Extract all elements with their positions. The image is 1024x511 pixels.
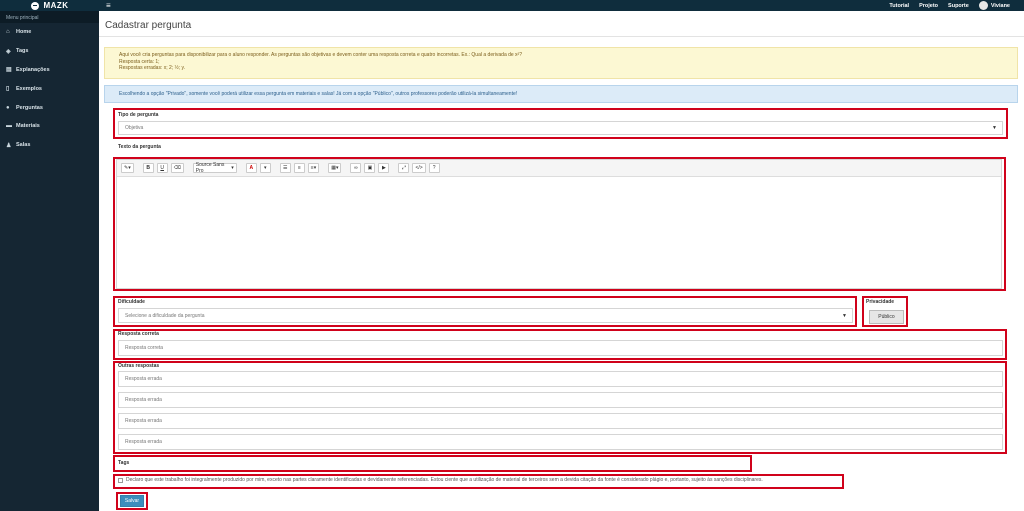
declaration-row: Declaro que este trabalho foi integralme…: [118, 477, 763, 483]
top-nav-links: Tutorial Projeto Suporte Viviane: [889, 1, 1024, 10]
sidebar-item-exemplos[interactable]: ▯ Exemplos: [0, 79, 99, 98]
sidebar-item-label: Home: [16, 29, 32, 36]
sidebar-item-salas[interactable]: ♟ Salas: [0, 136, 99, 155]
alert-line: Respostas erradas: x; 2; ½; y.: [119, 65, 186, 71]
privacy-info-alert: Escolhendo a opção "Privado", somente vo…: [104, 85, 1018, 103]
tags-input[interactable]: [132, 457, 748, 470]
app-name: MAZK: [43, 1, 69, 10]
menu-toggle-icon[interactable]: ≡: [106, 0, 111, 11]
book-icon: ▤: [6, 67, 12, 74]
file-icon: ▯: [6, 86, 10, 93]
save-button[interactable]: Salvar: [120, 495, 144, 507]
tag-icon: ◈: [6, 48, 11, 55]
tipo-label: Tipo de pergunta: [118, 112, 159, 118]
sidebar-item-label: Materiais: [16, 123, 40, 130]
nav-suporte[interactable]: Suporte: [948, 3, 969, 9]
declaration-text: Declaro que este trabalho foi integralme…: [126, 477, 763, 483]
wrong-answer-input-4[interactable]: Resposta errada: [118, 434, 1003, 450]
outras-respostas-label: Outras respostas: [118, 363, 160, 369]
wrong-answer-input-1[interactable]: Resposta errada: [118, 371, 1003, 387]
avatar: [978, 1, 988, 10]
sidebar-item-label: Salas: [16, 142, 31, 149]
user-name: Viviane: [990, 2, 1010, 9]
sidebar-item-label: Perguntas: [16, 104, 43, 111]
home-icon: ⌂: [6, 29, 10, 36]
sidebar-item-perguntas[interactable]: ● Perguntas: [0, 98, 99, 117]
app-logo[interactable]: MAZK: [0, 0, 100, 11]
users-icon: ♟: [6, 142, 12, 149]
tipo-select[interactable]: Objetiva ▼: [118, 121, 1003, 135]
highlight-texto: [113, 157, 1006, 291]
chevron-down-icon: ▼: [992, 125, 997, 131]
dificuldade-label: Dificuldade: [118, 299, 145, 305]
sidebar-item-label: Tags: [16, 48, 29, 55]
declaration-checkbox[interactable]: [118, 477, 123, 483]
privacidade-label: Privacidade: [866, 299, 895, 305]
sidebar-item-label: Exemplos: [16, 85, 42, 92]
tags-label: Tags: [118, 460, 130, 466]
privacy-toggle-button[interactable]: Público: [869, 310, 904, 324]
question-icon: ●: [6, 104, 10, 111]
sidebar-item-materiais[interactable]: ▬ Materiais: [0, 117, 99, 136]
sidebar: Menu principal ⌂ Home ◈ Tags ▤ Explanações …: [0, 11, 99, 511]
wrong-answer-input-3[interactable]: Resposta errada: [118, 413, 1003, 429]
nav-projeto[interactable]: Projeto: [919, 3, 938, 9]
resposta-correta-label: Resposta correta: [118, 331, 159, 337]
logo-icon: [31, 1, 40, 10]
user-menu[interactable]: Viviane: [978, 1, 1010, 10]
sidebar-item-home[interactable]: ⌂ Home: [0, 23, 99, 42]
correct-answer-input[interactable]: Resposta correta: [118, 340, 1003, 356]
sidebar-header: Menu principal: [0, 11, 99, 23]
wrong-answer-input-2[interactable]: Resposta errada: [118, 392, 1003, 408]
instructions-alert: Aqui você cria perguntas para disponibil…: [104, 47, 1018, 79]
texto-label: Texto da pergunta: [118, 144, 161, 150]
divider: [99, 36, 1024, 37]
tipo-value: Objetiva: [125, 125, 144, 131]
sidebar-item-label: Explanações: [16, 66, 50, 73]
folder-icon: ▬: [6, 123, 12, 130]
sidebar-item-explanacoes[interactable]: ▤ Explanações: [0, 61, 99, 80]
dificuldade-placeholder: Selecione a dificuldade da pergunta: [125, 312, 205, 319]
dificuldade-select[interactable]: Selecione a dificuldade da pergunta ▼: [118, 308, 853, 323]
page-title: Cadastrar pergunta: [105, 20, 192, 31]
nav-tutorial[interactable]: Tutorial: [889, 3, 909, 9]
sidebar-item-tags[interactable]: ◈ Tags: [0, 42, 99, 61]
top-navbar: MAZK ≡ Tutorial Projeto Suporte Viviane: [0, 0, 1024, 11]
chevron-down-icon: ▼: [842, 312, 847, 319]
